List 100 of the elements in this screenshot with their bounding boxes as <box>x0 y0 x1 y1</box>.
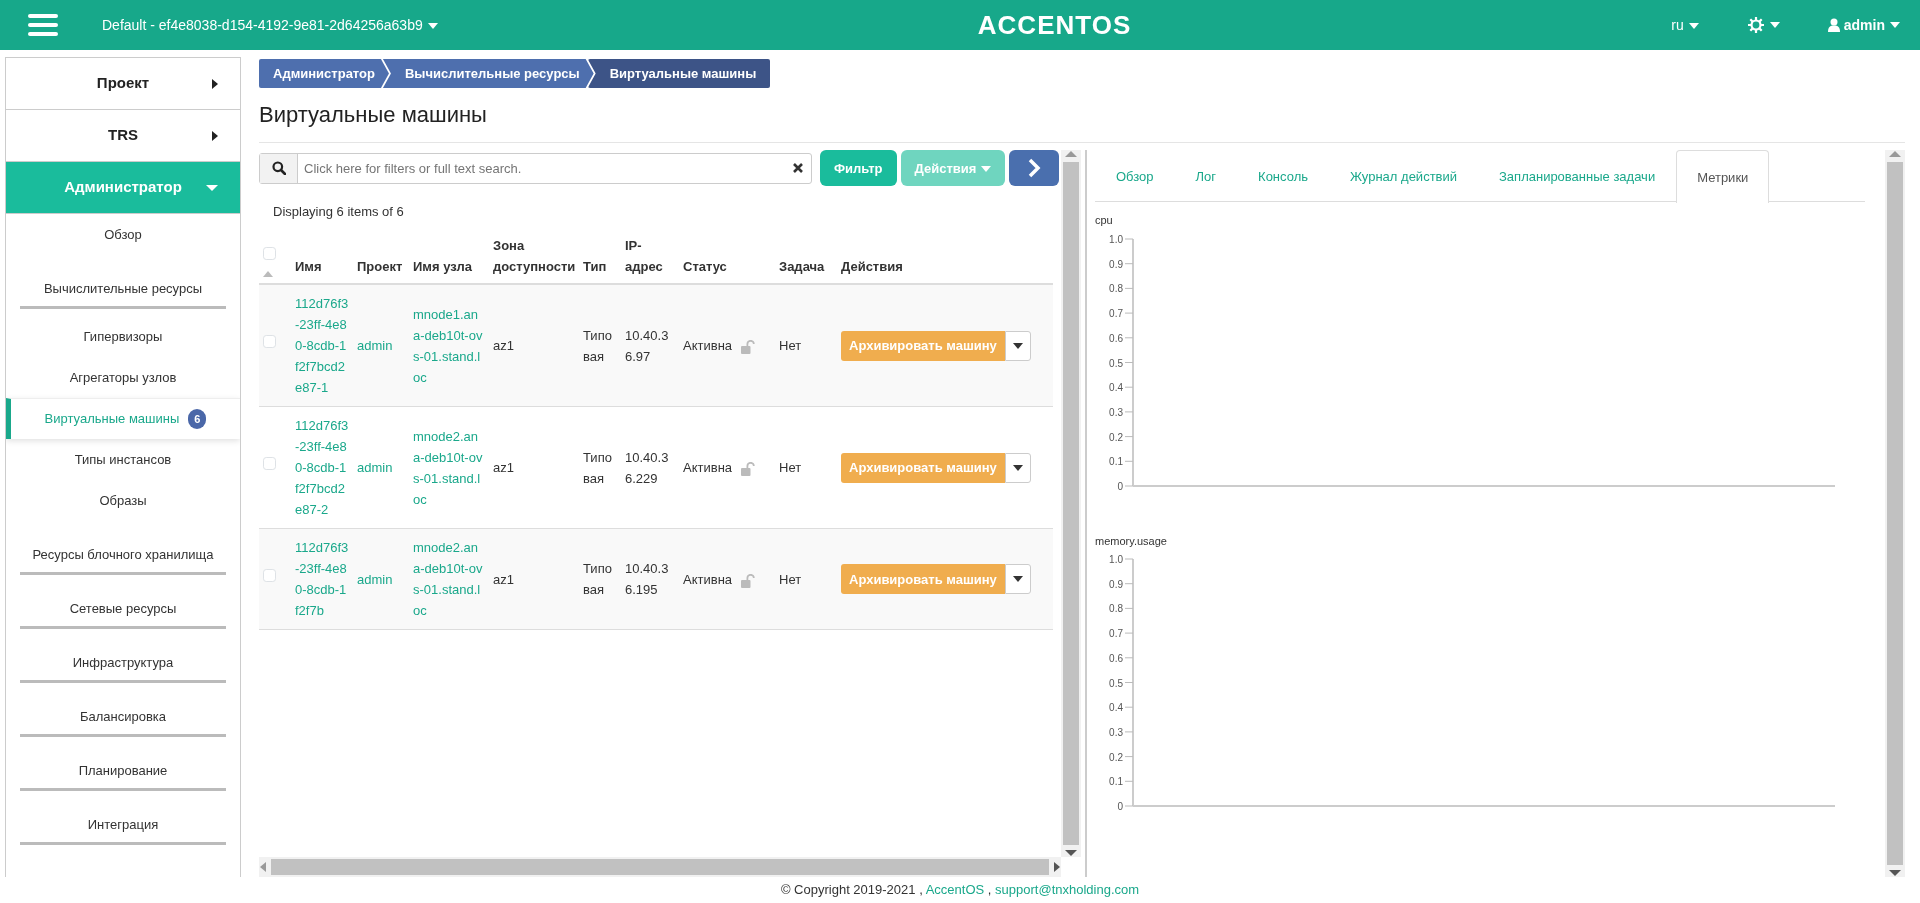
sidebar-section[interactable]: Администратор <box>6 162 240 214</box>
table-link[interactable]: admin <box>357 335 405 357</box>
user-dropdown[interactable]: admin <box>1827 14 1900 36</box>
table-cell: 10.40.36.195 <box>625 561 669 598</box>
archive-button[interactable]: Архивировать машину <box>841 331 1005 361</box>
vertical-scrollbar[interactable] <box>1885 150 1905 877</box>
breadcrumb-item[interactable]: Вычислительные ресурсы <box>382 59 594 88</box>
table-cell: az1 <box>493 572 514 587</box>
axis-label: 0.9 <box>1109 258 1123 270</box>
archive-button[interactable]: Архивировать машину <box>841 453 1005 483</box>
axis-label: 0.7 <box>1109 628 1123 640</box>
axis-label: 0.1 <box>1109 776 1123 788</box>
table-cell: Типовая <box>583 450 612 486</box>
scroll-up-icon <box>1065 150 1077 159</box>
table-cell: Активна <box>683 460 733 476</box>
dropdown-toggle-button[interactable] <box>1004 331 1031 361</box>
sidebar-section[interactable]: Проект <box>6 58 240 110</box>
select-all-checkbox[interactable] <box>263 246 276 260</box>
table-link[interactable]: admin <box>357 457 405 479</box>
scroll-down-icon <box>1065 849 1077 857</box>
axis-label: 0.2 <box>1109 752 1123 763</box>
sidebar-item[interactable]: Типы инстансов <box>6 439 240 480</box>
settings-icon <box>1746 16 1765 34</box>
axis-label: 0.2 <box>1109 431 1123 443</box>
sidebar-group[interactable]: Планирование <box>6 744 240 780</box>
tab[interactable]: Консоль <box>1237 150 1329 203</box>
caret-icon <box>1012 343 1023 349</box>
table-link[interactable]: admin <box>357 569 405 590</box>
tab[interactable]: Лог <box>1174 150 1238 203</box>
language-dropdown[interactable]: ru <box>1671 14 1699 36</box>
row-checkbox[interactable] <box>263 569 276 582</box>
sidebar-group[interactable]: Инфраструктура <box>6 636 240 672</box>
page-title: Виртуальные машины <box>259 102 488 129</box>
axis-label: 0.3 <box>1109 727 1123 739</box>
row-checkbox[interactable] <box>263 335 276 349</box>
caret-icon <box>1012 576 1023 583</box>
axis-label: 0.4 <box>1109 382 1123 394</box>
table-link[interactable]: 112d76f3-23ff-4e80-8cdb-1f2f7bcd2e87-2 <box>295 415 349 521</box>
dropdown-toggle-button[interactable] <box>1004 453 1031 483</box>
breadcrumb-item[interactable]: Виртуальные машины <box>587 59 771 88</box>
archive-button[interactable]: Архивировать машину <box>841 564 1005 595</box>
axis-label: 0.9 <box>1109 579 1123 591</box>
axis-label: 0.5 <box>1109 357 1123 369</box>
table-link[interactable]: mnode2.ana-deb10t-ovs-01.stand.loc <box>413 426 485 510</box>
copyright-text: © Copyright 2019-2021 , AccentOS , support@tnxholding.com <box>780 881 1140 900</box>
tab[interactable]: Запланированные задачи <box>1478 150 1677 203</box>
axis-label: 0.8 <box>1109 283 1123 295</box>
logo-text: ACCENTOS <box>977 8 1132 42</box>
tab[interactable]: Обзор <box>1095 150 1175 203</box>
axis-label: 0.3 <box>1109 406 1123 418</box>
sidebar-item[interactable]: Гипервизоры <box>6 316 240 357</box>
clear-icon <box>793 163 803 174</box>
axis-label: 0.7 <box>1109 308 1123 319</box>
table-cell: Нет <box>779 572 802 587</box>
sort-icon <box>263 271 273 278</box>
sidebar-item[interactable]: Агрегаторы узлов <box>6 357 240 398</box>
sidebar-group[interactable]: Интеграция <box>6 798 240 834</box>
axis-label: 0.5 <box>1109 677 1123 689</box>
footer-link[interactable]: support@tnxholding.com <box>995 882 1140 898</box>
axis-label: 0.8 <box>1109 603 1123 615</box>
tab[interactable]: Метрики <box>1676 150 1770 204</box>
row-checkbox[interactable] <box>263 457 276 471</box>
table-cell: Типовая <box>583 561 612 598</box>
chevron-right-icon <box>1027 158 1042 179</box>
table-cell: Активна <box>683 572 733 587</box>
search-field[interactable]: Click here for filters or full text search. <box>259 152 812 184</box>
sidebar-group[interactable]: Вычислительные ресурсы <box>6 262 240 298</box>
vertical-scrollbar[interactable] <box>1061 150 1081 857</box>
filter-button[interactable]: Фильтр <box>820 150 897 187</box>
scroll-down-icon <box>1889 869 1901 877</box>
next-button[interactable] <box>1009 150 1060 187</box>
dropdown-toggle-button[interactable] <box>1004 564 1031 595</box>
footer-link[interactable]: AccentOS <box>925 882 985 898</box>
sidebar-group[interactable]: Сетевые ресурсы <box>6 582 240 618</box>
count-badge: 6 <box>188 408 207 430</box>
caret-icon <box>1890 22 1900 28</box>
settings-dropdown[interactable] <box>1746 16 1780 34</box>
sidebar-item[interactable]: Образы <box>6 480 240 521</box>
table-cell: Типовая <box>583 328 612 364</box>
axis-label: 0 <box>1117 480 1123 491</box>
caret-icon <box>981 166 992 173</box>
axis-label: 0.1 <box>1109 456 1123 468</box>
search-icon <box>271 161 286 176</box>
menu-button[interactable] <box>28 13 58 37</box>
sidebar-group[interactable]: Балансировка <box>6 690 240 726</box>
tab[interactable]: Журнал действий <box>1329 150 1478 203</box>
scroll-right-icon <box>1053 862 1061 872</box>
chart-title: cpu <box>1095 213 1114 229</box>
sidebar-group[interactable]: Ресурсы блочного хранилища <box>6 528 240 564</box>
breadcrumb-item[interactable]: Администратор <box>259 59 389 88</box>
axis-label: 0.4 <box>1109 702 1123 714</box>
sidebar-item[interactable]: Виртуальные машины 6 <box>6 398 240 439</box>
axis-label: 1.0 <box>1109 233 1123 245</box>
project-dropdown[interactable]: Default - ef4e8038-d154-4192-9e81-2d64256a63b9 <box>102 14 438 36</box>
table-cell: 10.40.36.97 <box>625 328 669 364</box>
chart-title: memory.usage <box>1095 533 1168 549</box>
user-icon <box>1827 18 1840 32</box>
sidebar-item[interactable]: Обзор <box>6 214 240 255</box>
axis-label: 0.6 <box>1109 653 1123 665</box>
horizontal-scrollbar[interactable] <box>259 857 1061 877</box>
